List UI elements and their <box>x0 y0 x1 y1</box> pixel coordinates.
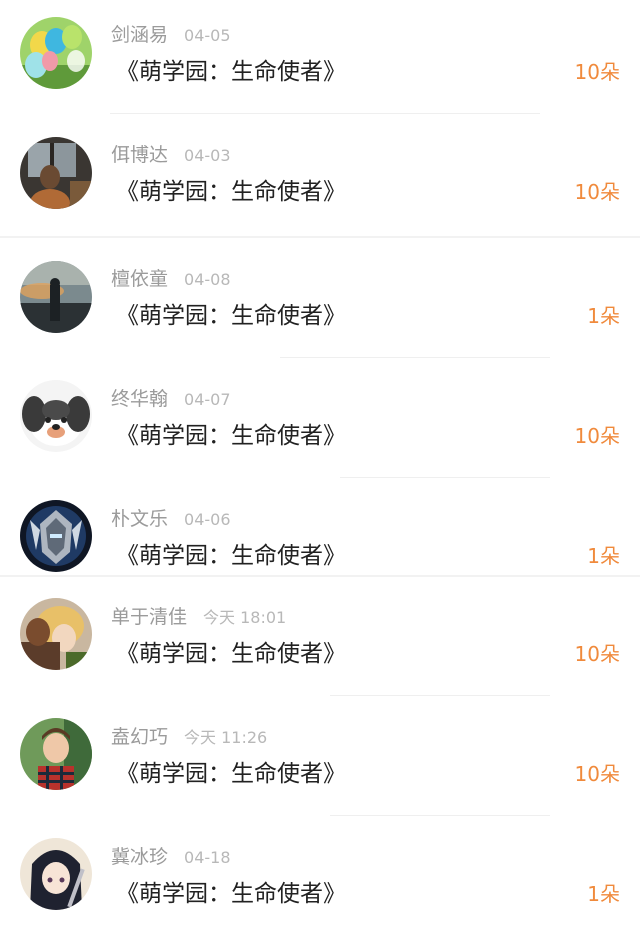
item-date: 04-07 <box>184 390 231 409</box>
user-name[interactable]: 终华翰 <box>111 388 168 410</box>
list-item[interactable]: 盍幻巧 今天 11:26 《萌学园：生命使者》 10朵 <box>0 698 640 818</box>
item-meta: 单于清佳 今天 18:01 <box>111 603 286 631</box>
item-date: 今天 18:01 <box>203 608 287 627</box>
item-date: 04-06 <box>184 510 231 529</box>
user-name[interactable]: 佴博达 <box>111 144 168 166</box>
item-meta: 剑涵易 04-05 <box>111 21 231 49</box>
item-meta: 冀冰珍 04-18 <box>111 843 231 871</box>
item-meta: 佴博达 04-03 <box>111 141 231 169</box>
list-item[interactable]: 冀冰珍 04-18 《萌学园：生命使者》 1朵 <box>0 818 640 938</box>
flower-gift-list: 剑涵易 04-05 《萌学园：生命使者》 10朵 佴博达 04-03 《萌学园：生命… <box>0 0 640 917</box>
work-title[interactable]: 《萌学园：生命使者》 <box>116 637 346 671</box>
plaid-boy-avatar-icon[interactable] <box>20 718 92 790</box>
flower-count: 10朵 <box>574 762 620 786</box>
user-name[interactable]: 盍幻巧 <box>111 726 168 748</box>
user-name[interactable]: 单于清佳 <box>111 606 187 628</box>
work-title[interactable]: 《萌学园：生命使者》 <box>116 757 346 791</box>
divider <box>340 477 550 478</box>
divider <box>280 357 550 358</box>
flower-count: 10朵 <box>574 60 620 84</box>
divider <box>110 113 540 114</box>
work-title[interactable]: 《萌学园：生命使者》 <box>116 299 346 333</box>
list-item[interactable]: 剑涵易 04-05 《萌学园：生命使者》 10朵 <box>0 0 640 120</box>
divider <box>330 695 550 696</box>
item-meta: 盍幻巧 今天 11:26 <box>111 723 267 751</box>
work-title[interactable]: 《萌学园：生命使者》 <box>116 175 346 209</box>
flower-count: 10朵 <box>574 180 620 204</box>
list-item[interactable]: 佴博达 04-03 《萌学园：生命使者》 10朵 <box>0 120 640 240</box>
item-date: 04-18 <box>184 848 231 867</box>
work-title[interactable]: 《萌学园：生命使者》 <box>116 539 346 573</box>
list-item[interactable]: 终华翰 04-07 《萌学园：生命使者》 10朵 <box>0 360 640 480</box>
window-girl-avatar-icon[interactable] <box>20 137 92 209</box>
section-separator <box>0 575 640 577</box>
sunset-man-avatar-icon[interactable] <box>20 261 92 333</box>
list-item[interactable]: 檀依童 04-08 《萌学园：生命使者》 1朵 <box>0 240 640 360</box>
work-title[interactable]: 《萌学园：生命使者》 <box>116 55 346 89</box>
item-date: 04-03 <box>184 146 231 165</box>
user-name[interactable]: 朴文乐 <box>111 508 168 530</box>
user-name[interactable]: 冀冰珍 <box>111 846 168 868</box>
divider <box>330 815 550 816</box>
work-title[interactable]: 《萌学园：生命使者》 <box>116 419 346 453</box>
user-name[interactable]: 檀依童 <box>111 268 168 290</box>
cartoon-dog-avatar-icon[interactable] <box>20 380 92 452</box>
flower-count: 1朵 <box>587 304 620 328</box>
anime-girl-avatar-icon[interactable] <box>20 838 92 910</box>
armored-knight-avatar-icon[interactable] <box>20 500 92 572</box>
item-meta: 终华翰 04-07 <box>111 385 231 413</box>
section-separator <box>0 236 640 238</box>
list-item[interactable]: 单于清佳 今天 18:01 《萌学园：生命使者》 10朵 <box>0 578 640 698</box>
item-meta: 朴文乐 04-06 <box>111 505 231 533</box>
flower-count: 10朵 <box>574 424 620 448</box>
item-meta: 檀依童 04-08 <box>111 265 231 293</box>
blonde-character-avatar-icon[interactable] <box>20 598 92 670</box>
item-date: 04-05 <box>184 26 231 45</box>
item-date: 今天 11:26 <box>184 728 268 747</box>
flower-count: 10朵 <box>574 642 620 666</box>
flower-count: 1朵 <box>587 882 620 906</box>
item-date: 04-08 <box>184 270 231 289</box>
work-title[interactable]: 《萌学园：生命使者》 <box>116 877 346 911</box>
balloons-avatar-icon[interactable] <box>20 17 92 89</box>
user-name[interactable]: 剑涵易 <box>111 24 168 46</box>
flower-count: 1朵 <box>587 544 620 568</box>
